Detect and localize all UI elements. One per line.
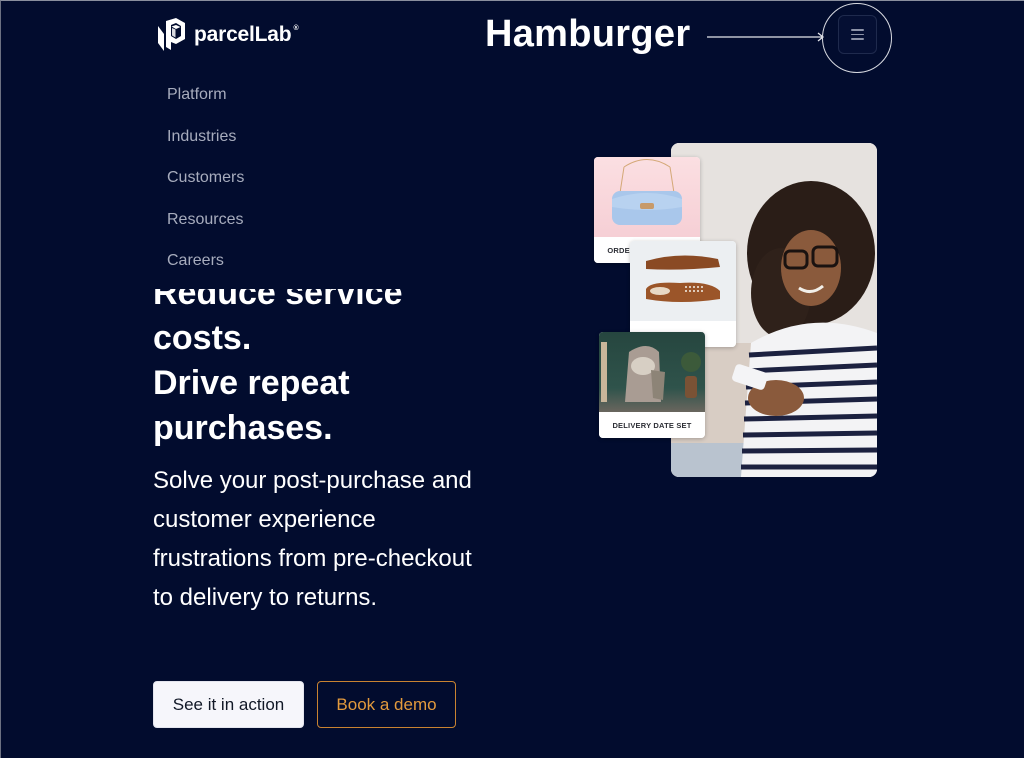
- hero-title-line: Drive repeat: [153, 364, 350, 402]
- page: parcelLab ® Hamburger Platform Industries…: [0, 0, 1024, 758]
- hamburger-icon-line: [851, 38, 864, 40]
- card-label: DELIVERY DATE SET: [599, 412, 705, 438]
- hamburger-icon-line: [851, 33, 864, 36]
- armchair-interior-image: [599, 332, 705, 412]
- status-card-delivery-date-set: DELIVERY DATE SET: [599, 332, 705, 438]
- brown-shoes-image: [630, 241, 736, 321]
- brand-name: parcelLab ®: [194, 23, 299, 46]
- nav-item-industries[interactable]: Industries: [167, 127, 244, 169]
- hero-title: Reduce service costs. Drive repeat purch…: [153, 289, 483, 451]
- mobile-nav-menu: Platform Industries Customers Resources …: [167, 85, 244, 293]
- blue-handbag-image: [594, 157, 700, 237]
- hero-title-line: costs.: [153, 319, 252, 357]
- annotation-label: Hamburger: [485, 13, 691, 55]
- hamburger-icon-line: [851, 29, 864, 31]
- nav-item-resources[interactable]: Resources: [167, 210, 244, 252]
- brand-logo[interactable]: parcelLab ®: [154, 17, 299, 53]
- parcellab-cube-logo-icon: [158, 18, 185, 51]
- nav-item-platform[interactable]: Platform: [167, 85, 244, 127]
- book-a-demo-button[interactable]: Book a demo: [317, 681, 456, 728]
- nav-item-careers[interactable]: Careers: [167, 251, 244, 293]
- hero-title-line: purchases.: [153, 409, 333, 447]
- hamburger-menu-button[interactable]: [838, 15, 877, 54]
- hero-subtitle: Solve your post-purchase and customer ex…: [153, 467, 472, 611]
- see-it-in-action-button[interactable]: See it in action: [153, 681, 304, 728]
- nav-item-customers[interactable]: Customers: [167, 168, 244, 210]
- arrow-right-icon: [707, 32, 825, 42]
